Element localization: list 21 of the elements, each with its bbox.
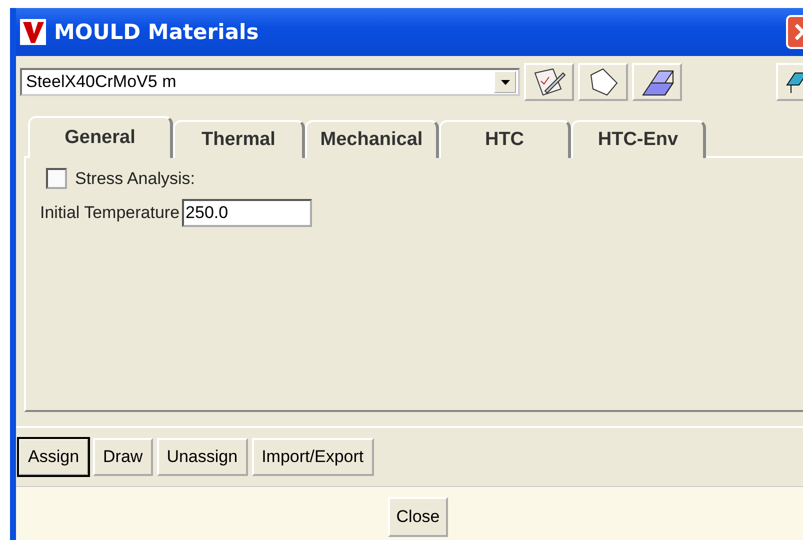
material-dropdown[interactable]: SteelX40CrMoV5 m: [20, 68, 520, 96]
edit-sheet-button[interactable]: [524, 63, 574, 101]
tab[interactable]: Thermal: [173, 120, 305, 158]
stress-analysis-checkbox[interactable]: [46, 168, 67, 189]
shape-button[interactable]: [578, 63, 628, 101]
action-button[interactable]: Assign: [18, 438, 90, 476]
action-button[interactable]: Draw: [93, 438, 153, 476]
tab[interactable]: HTC-Env: [571, 120, 706, 158]
close-button[interactable]: Close: [388, 497, 448, 537]
app-logo-icon: [20, 19, 46, 45]
caret-icon: [500, 80, 510, 84]
window-title: MOULD Materials: [54, 20, 259, 44]
block-button[interactable]: [632, 63, 682, 101]
checkbox-label: Stress Analysis:: [75, 168, 195, 188]
initial-temperature-field[interactable]: 250.0: [182, 199, 312, 227]
tab[interactable]: HTC: [439, 120, 571, 158]
action-button[interactable]: Import/Export: [252, 438, 374, 476]
tab[interactable]: General: [28, 116, 173, 158]
tab[interactable]: Mechanical: [305, 120, 439, 158]
field-label: Initial Temperature: [40, 203, 180, 223]
action-button[interactable]: Unassign: [156, 438, 248, 476]
